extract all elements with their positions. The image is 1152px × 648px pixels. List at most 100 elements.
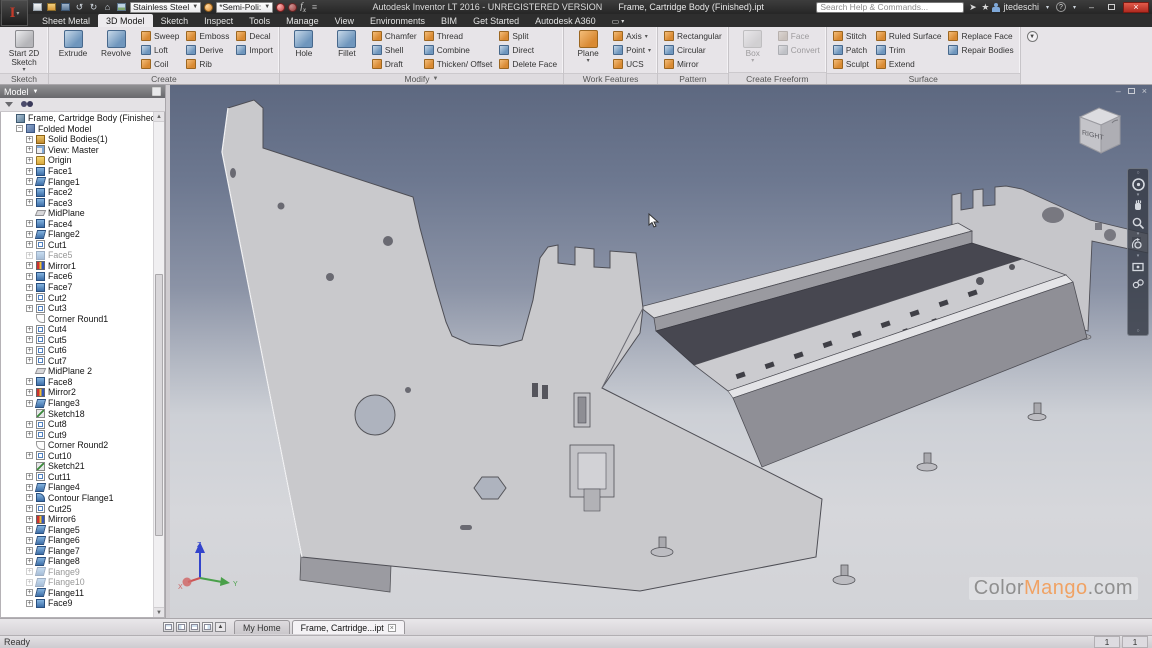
draft-button[interactable]: Draft: [370, 57, 419, 71]
browser-options-icon[interactable]: [152, 87, 161, 96]
tree-expander-icon[interactable]: +: [26, 146, 33, 153]
user-menu-chevron-icon[interactable]: ▾: [1042, 2, 1053, 12]
appearance-select[interactable]: *Semi-Poli:▼: [216, 2, 273, 13]
undo-icon[interactable]: ↺: [74, 2, 85, 12]
tree-item-cut25[interactable]: +Cut25: [3, 503, 152, 514]
tree-item-origin[interactable]: +Origin: [3, 155, 152, 166]
close-tab-icon[interactable]: ×: [388, 624, 396, 632]
tree-item-flange1[interactable]: +Flange1: [3, 176, 152, 187]
tree-expander-icon[interactable]: +: [26, 199, 33, 206]
navigation-wheel-icon[interactable]: [1130, 176, 1146, 192]
tree-expander-icon[interactable]: +: [26, 241, 33, 248]
user-name[interactable]: jtedeschi: [1003, 2, 1039, 12]
tree-item-contour-flange1[interactable]: +Contour Flange1: [3, 493, 152, 504]
tree-item-folded-model[interactable]: −Folded Model: [3, 124, 152, 135]
tree-item-cut11[interactable]: +Cut11: [3, 472, 152, 483]
tree-expander-icon[interactable]: +: [26, 284, 33, 291]
sweep-button[interactable]: Sweep: [139, 29, 181, 43]
tree-item-cut2[interactable]: +Cut2: [3, 292, 152, 303]
tree-item-corner-round1[interactable]: Corner Round1: [3, 313, 152, 324]
find-icon[interactable]: [21, 101, 33, 108]
tree-item-flange10[interactable]: +Flange10: [3, 577, 152, 588]
navbar-grip-icon[interactable]: ○: [1136, 171, 1139, 175]
display-options-icon[interactable]: ▭ ▾: [612, 17, 625, 27]
tree-item-cut7[interactable]: +Cut7: [3, 356, 152, 367]
direct-button[interactable]: Direct: [497, 43, 559, 57]
tab-bim[interactable]: BIM: [433, 14, 465, 27]
view-cube[interactable]: RIGHT: [1072, 103, 1128, 165]
tree-item-midplane-2[interactable]: MidPlane 2: [3, 366, 152, 377]
tree-expander-icon[interactable]: +: [26, 305, 33, 312]
decal-button[interactable]: Decal: [234, 29, 275, 43]
open-folder-icon[interactable]: [46, 2, 57, 12]
tree-expander-icon[interactable]: +: [26, 189, 33, 196]
filter-icon[interactable]: [5, 102, 13, 107]
rib-button[interactable]: Rib: [184, 57, 231, 71]
extend-button[interactable]: Extend: [874, 57, 944, 71]
tree-item-sketch18[interactable]: Sketch18: [3, 408, 152, 419]
tree-expander-icon[interactable]: +: [26, 357, 33, 364]
sheet-metal-part-model[interactable]: [170, 85, 1152, 618]
tree-expander-icon[interactable]: +: [26, 294, 33, 301]
tree-item-flange8[interactable]: +Flange8: [3, 556, 152, 567]
tree-expander-icon[interactable]: +: [26, 421, 33, 428]
tree-expander-icon[interactable]: −: [16, 125, 23, 132]
tree-item-face2[interactable]: +Face2: [3, 187, 152, 198]
tree-expander-icon[interactable]: +: [26, 579, 33, 586]
sculpt-button[interactable]: Sculpt: [831, 57, 871, 71]
circular-button[interactable]: Circular: [662, 43, 724, 57]
tree-item-cut3[interactable]: +Cut3: [3, 303, 152, 314]
viewport-3d[interactable]: – ×: [170, 85, 1152, 618]
tree-expander-icon[interactable]: +: [26, 547, 33, 554]
tree-expander-icon[interactable]: +: [26, 473, 33, 480]
look-at-icon[interactable]: [1130, 259, 1146, 275]
tree-item-face3[interactable]: +Face3: [3, 197, 152, 208]
chamfer-button[interactable]: Chamfer: [370, 29, 419, 43]
tree-item-cut10[interactable]: +Cut10: [3, 451, 152, 462]
tree-expander-icon[interactable]: +: [26, 262, 33, 269]
tree-expander-icon[interactable]: +: [26, 220, 33, 227]
minimize-button[interactable]: –: [1083, 2, 1100, 13]
doc-minimize-button[interactable]: –: [1116, 86, 1121, 96]
emboss-button[interactable]: Emboss: [184, 29, 231, 43]
tree-item-sketch21[interactable]: Sketch21: [3, 461, 152, 472]
doc-tab-frame-cartridge-ipt[interactable]: Frame, Cartridge...ipt×: [292, 620, 405, 634]
tree-item-face9[interactable]: +Face9: [3, 598, 152, 609]
tree-item-solid-bodies-1[interactable]: +Solid Bodies(1): [3, 134, 152, 145]
overflow-icon[interactable]: ≡: [309, 2, 320, 12]
search-submit-icon[interactable]: ➤: [967, 2, 978, 12]
plane-button[interactable]: Plane▾: [568, 29, 608, 64]
rectangular-button[interactable]: Rectangular: [662, 29, 724, 43]
inventor-app-menu[interactable]: I▾: [1, 0, 28, 26]
cascade-windows-icon[interactable]: [163, 622, 174, 632]
tree-item-flange4[interactable]: +Flange4: [3, 482, 152, 493]
orbit-icon[interactable]: [1130, 237, 1146, 253]
tree-item-cut9[interactable]: +Cut9: [3, 429, 152, 440]
tree-expander-icon[interactable]: +: [26, 589, 33, 596]
new-file-icon[interactable]: [32, 2, 43, 12]
tree-expander-icon[interactable]: +: [26, 494, 33, 501]
tree-expander-icon[interactable]: +: [26, 431, 33, 438]
scroll-up-icon[interactable]: ▲: [154, 112, 164, 122]
combine-button[interactable]: Combine: [422, 43, 495, 57]
navbar-grip-icon[interactable]: ○: [1136, 329, 1139, 333]
extrude-button[interactable]: Extrude: [53, 29, 93, 58]
point-button[interactable]: Point▾: [611, 43, 653, 57]
clear-appearance-icon[interactable]: [288, 3, 297, 12]
tree-item-flange3[interactable]: +Flange3: [3, 398, 152, 409]
hole-button[interactable]: Hole: [284, 29, 324, 58]
stitch-button[interactable]: Stitch: [831, 29, 871, 43]
tree-expander-icon[interactable]: +: [26, 516, 33, 523]
arrange-vertical-icon[interactable]: [202, 622, 213, 632]
favorites-star-icon[interactable]: ★: [981, 2, 989, 13]
browser-header[interactable]: Model ▼: [0, 85, 165, 98]
close-button[interactable]: ×: [1123, 2, 1149, 13]
tab-inspect[interactable]: Inspect: [196, 14, 241, 27]
tab-view[interactable]: View: [327, 14, 362, 27]
tree-expander-icon[interactable]: +: [26, 157, 33, 164]
adjust-icon[interactable]: [276, 3, 285, 12]
tile-windows-icon[interactable]: [176, 622, 187, 632]
tree-expander-icon[interactable]: +: [26, 168, 33, 175]
delete-face-button[interactable]: Delete Face: [497, 57, 559, 71]
tree-item-face1[interactable]: +Face1: [3, 166, 152, 177]
